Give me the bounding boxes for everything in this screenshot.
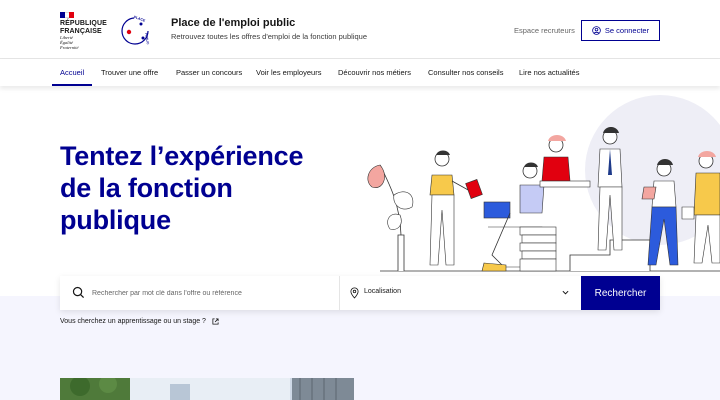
svg-text:PLACE: PLACE (133, 15, 146, 23)
search-submit-button[interactable]: Rechercher (581, 276, 660, 310)
nav-item-decouvrir-nos-metiers[interactable]: Découvrir nos métiers (338, 59, 411, 86)
nav-item-consulter-nos-conseils[interactable]: Consulter nos conseils (428, 59, 503, 86)
chevron-down-icon (562, 290, 569, 295)
keyword-search-field[interactable] (60, 276, 340, 310)
nav-item-passer-un-concours[interactable]: Passer un concours (176, 59, 242, 86)
external-link-icon (212, 318, 219, 325)
main-navigation: Accueil Trouver une offre Passer un conc… (0, 59, 720, 86)
login-button-label: Se connecter (604, 26, 650, 35)
site-tagline: Retrouvez toutes les offres d'emploi de … (171, 32, 367, 41)
search-icon (72, 286, 85, 299)
french-flag-icon (60, 12, 75, 18)
recruiters-space-link[interactable]: Espace recruteurs (514, 26, 575, 35)
nav-item-lire-nos-actualites[interactable]: Lire nos actualités (519, 59, 579, 86)
place-emploi-public-logo-icon[interactable]: PLACE PUBLIC (116, 12, 154, 50)
people-working-illustration-icon (367, 95, 720, 272)
login-button[interactable]: Se connecter (581, 20, 660, 41)
headline-line-1: Tentez l’expérience (60, 141, 304, 171)
motto-fraternite: Fraternité (60, 44, 79, 50)
nav-item-accueil[interactable]: Accueil (52, 59, 93, 86)
nav-item-voir-les-employeurs[interactable]: Voir les employeurs (256, 59, 321, 86)
user-circle-icon (592, 26, 601, 35)
keyword-search-input[interactable] (92, 276, 332, 310)
republic-motto: Liberté Égalité Fraternité (60, 35, 79, 50)
apprenticeship-link[interactable]: Vous cherchez un apprentissage ou un sta… (60, 318, 219, 325)
republique-francaise-logo[interactable]: RÉPUBLIQUE FRANÇAISE (60, 20, 107, 35)
headline-line-3: publique (60, 205, 171, 235)
location-select-label: Localisation (364, 288, 401, 295)
apprenticeship-link-label: Vous cherchez un apprentissage ou un sta… (60, 318, 206, 325)
nav-item-trouver-une-offre[interactable]: Trouver une offre (101, 59, 158, 86)
republic-line-1: RÉPUBLIQUE (60, 20, 107, 27)
featured-photo (60, 378, 354, 400)
location-pin-icon (350, 287, 359, 299)
republic-line-2: FRANÇAISE (60, 27, 102, 35)
site-header: RÉPUBLIQUE FRANÇAISE Liberté Égalité Fra… (0, 0, 720, 59)
job-search-bar: Localisation Rechercher (60, 276, 660, 310)
headline-line-2: de la fonction (60, 173, 233, 203)
site-title[interactable]: Place de l'emploi public (171, 17, 295, 29)
hero-headline: Tentez l’expérience de la fonction publi… (60, 140, 360, 236)
location-select[interactable]: Localisation (340, 276, 581, 310)
